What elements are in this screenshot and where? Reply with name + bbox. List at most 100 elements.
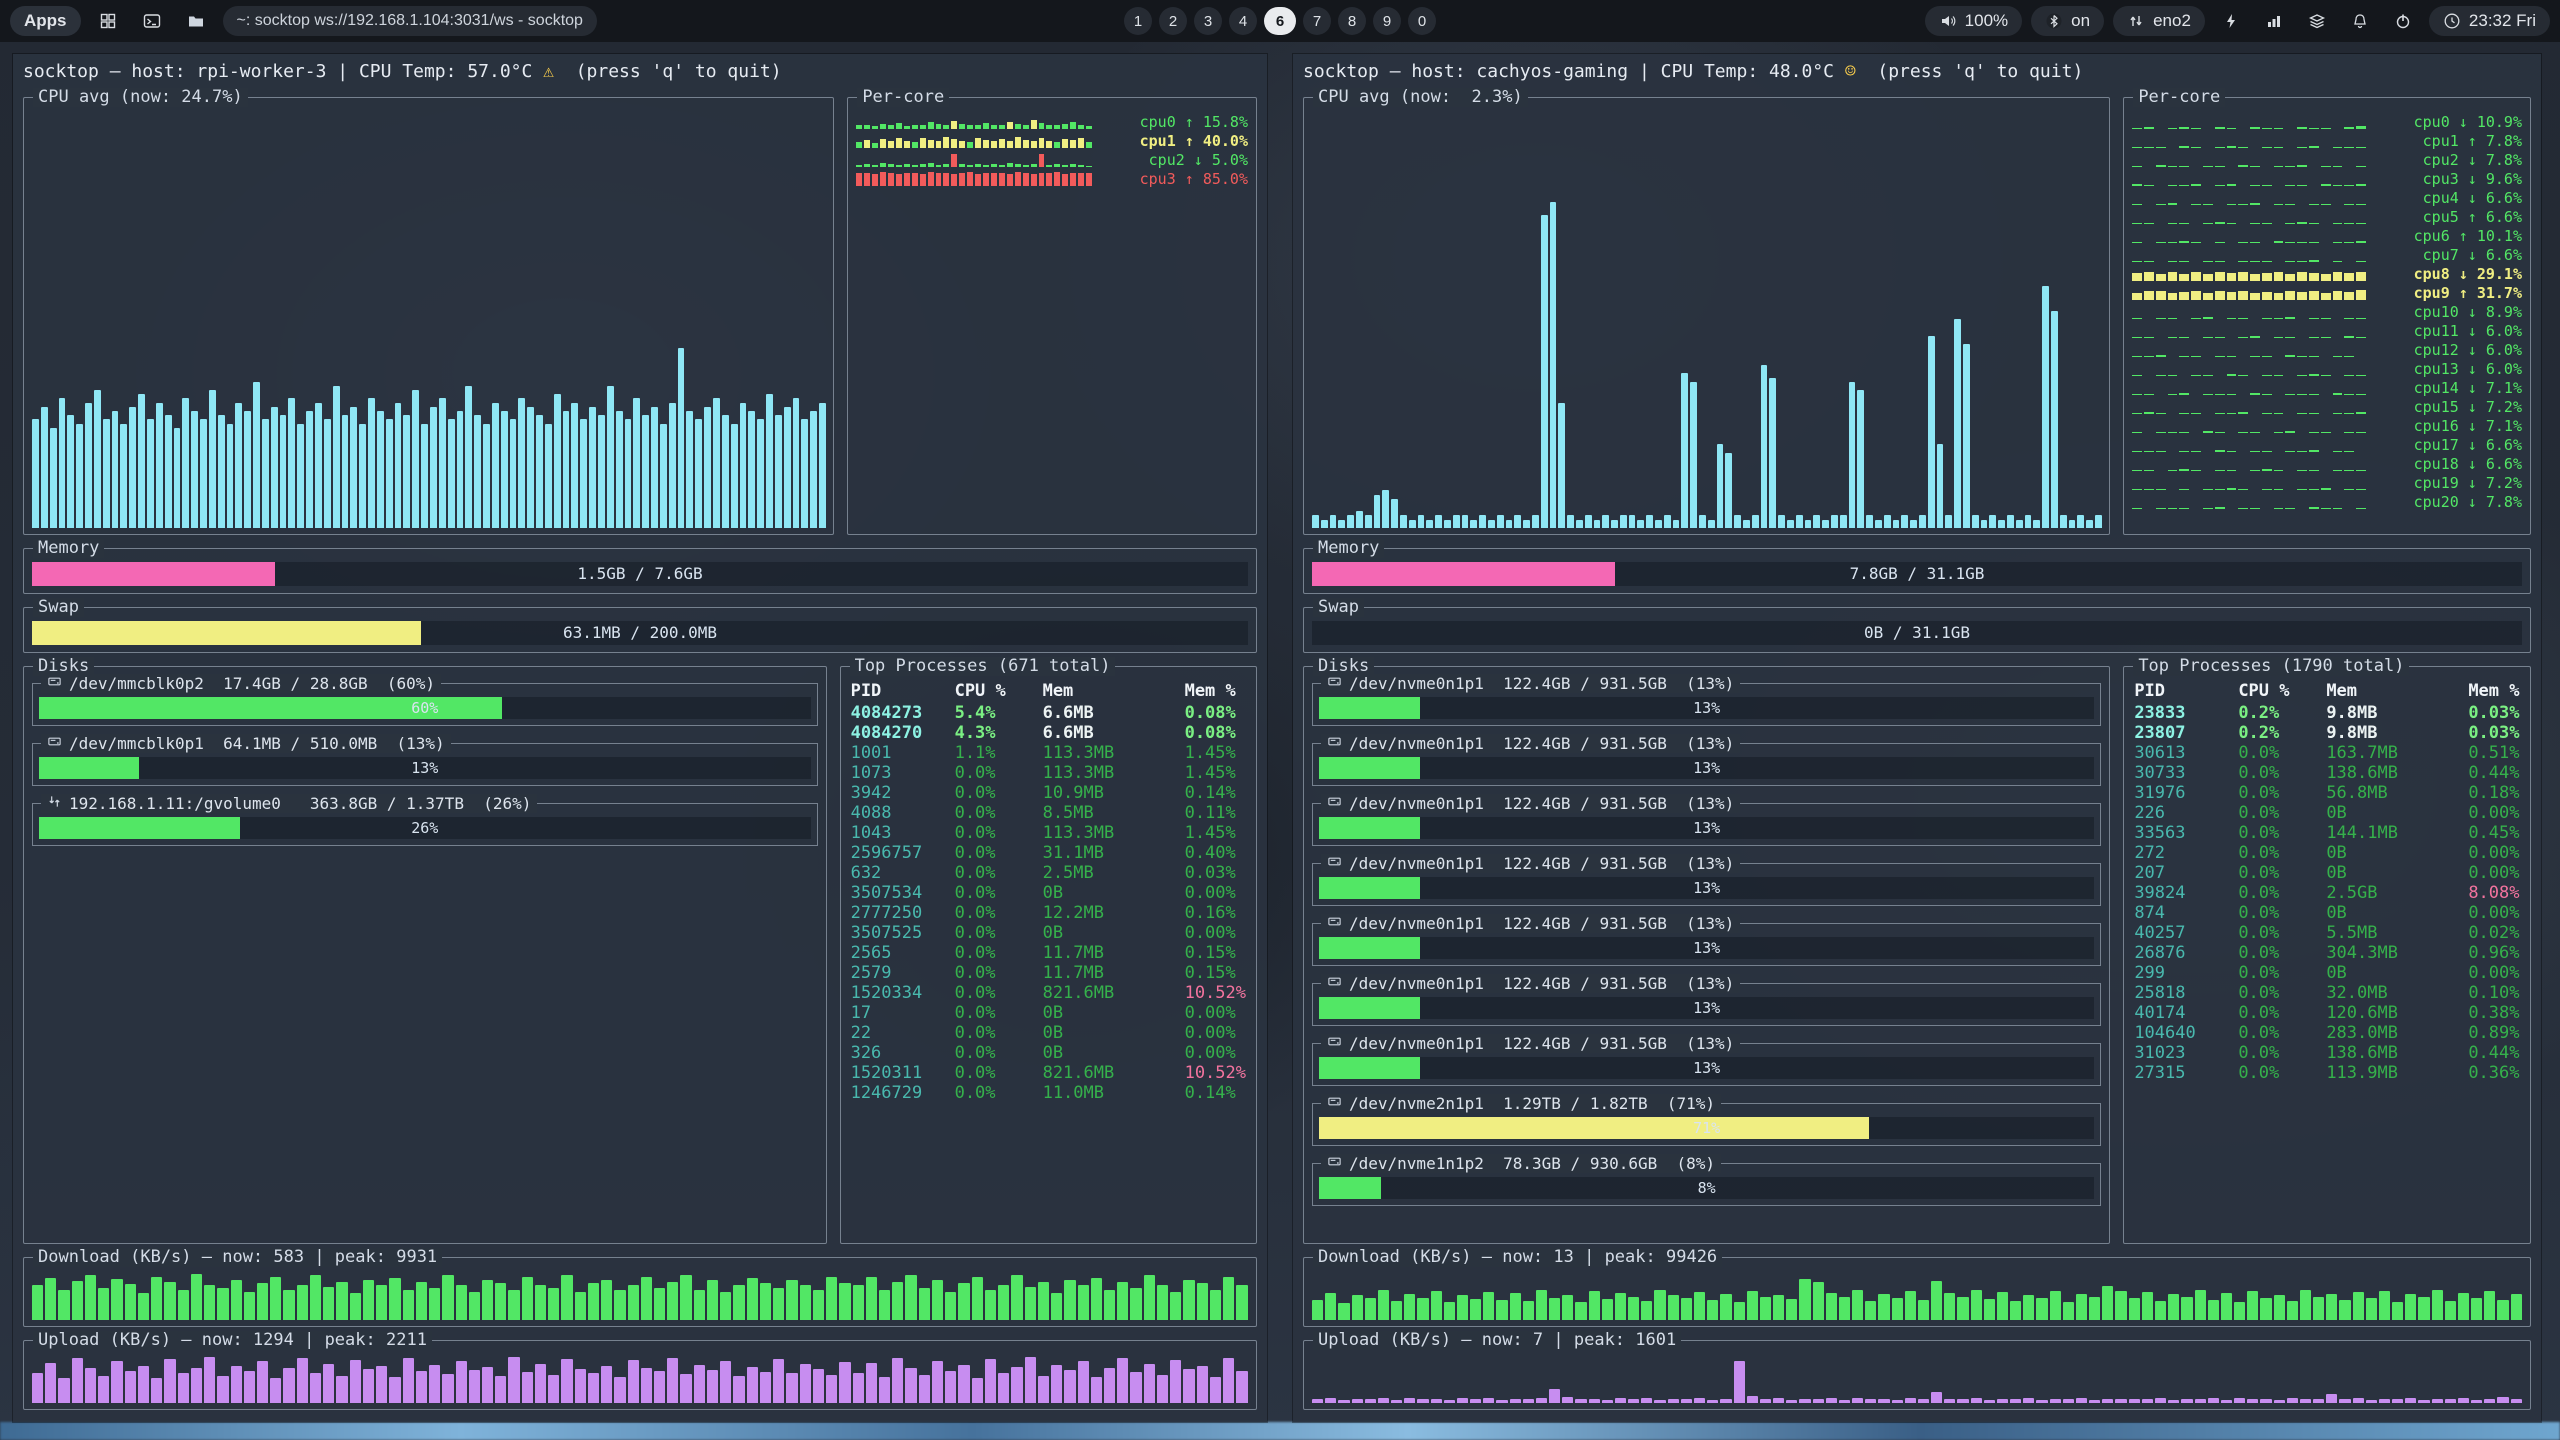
bell-icon[interactable] (2343, 6, 2377, 36)
chart-bar (747, 1367, 758, 1403)
workspace-button-2[interactable]: 2 (1159, 7, 1187, 35)
mem-cell: 821.6MB (1043, 1063, 1185, 1083)
cpu-cell: 0.0% (955, 943, 1043, 963)
chart-bar (2036, 1400, 2047, 1404)
window-icon[interactable] (91, 6, 125, 36)
mem-pct-cell: 0.15% (1185, 943, 1246, 963)
spark-bar (2156, 261, 2166, 262)
apps-button[interactable]: Apps (10, 6, 81, 36)
spark-bar (2144, 508, 2154, 509)
chart-bar (2497, 1397, 2508, 1403)
process-row: 238330.2%9.8MB0.03% (2134, 703, 2520, 723)
disk-gauge: 13% (1319, 697, 2094, 719)
core-sparkline (856, 171, 1092, 186)
chart-bar (138, 394, 145, 528)
terminal-icon[interactable] (135, 6, 169, 36)
chart-bar (1620, 515, 1627, 528)
chart-bar (469, 1370, 480, 1403)
spark-bar (2333, 375, 2343, 376)
bolt-icon[interactable] (2214, 6, 2248, 36)
chart-bar (2063, 1399, 2074, 1403)
chart-bar (217, 1288, 228, 1320)
process-row: 268760.0%304.3MB0.96% (2134, 943, 2520, 963)
chart-bar (786, 1373, 797, 1403)
chart-bar (625, 419, 632, 528)
spark-bar (2144, 242, 2154, 243)
chart-bar (389, 1278, 400, 1321)
chart-bars-icon[interactable] (2257, 6, 2291, 36)
chart-bar (2366, 1400, 2377, 1404)
spark-bar (2203, 394, 2213, 396)
chart-bar (350, 407, 357, 528)
spark-bar (2333, 337, 2343, 338)
chart-bar (280, 415, 287, 528)
spark-bar (2321, 508, 2331, 509)
chart-bar (535, 1364, 546, 1403)
chart-bar (985, 1359, 996, 1403)
cpu-cell: 0.0% (2238, 963, 2326, 983)
spark-bar (2168, 432, 2178, 434)
cpu-cell: 0.0% (955, 1083, 1043, 1103)
chart-bar (1602, 1400, 1613, 1404)
spark-bar (2238, 356, 2248, 357)
chart-bar (1064, 1370, 1075, 1403)
spark-bar (2297, 185, 2307, 186)
core-label: cpu3 ↓ 9.6% (2374, 170, 2522, 188)
folder-icon[interactable] (179, 6, 213, 36)
chart-bar (1496, 1300, 1507, 1320)
chart-bar (174, 428, 181, 528)
workspace-button-6[interactable]: 6 (1264, 7, 1296, 35)
spark-bar (2144, 147, 2154, 149)
chart-bar (2142, 1292, 2153, 1320)
workspace-button-1[interactable]: 1 (1124, 7, 1152, 35)
chart-bar (94, 390, 101, 528)
power-icon[interactable] (2386, 6, 2420, 36)
spark-bar (936, 173, 942, 186)
layers-icon[interactable] (2300, 6, 2334, 36)
network-widget[interactable]: eno2 (2113, 6, 2205, 36)
spark-bar (1078, 138, 1084, 149)
spark-bar (2179, 469, 2189, 471)
mem-cell: 120.6MB (2326, 1003, 2468, 1023)
chart-bar (1483, 1292, 1494, 1320)
spark-bar (2285, 451, 2295, 452)
terminal-window-right[interactable]: socktop — host: cachyos-gaming | CPU Tem… (1293, 54, 2541, 1422)
window-title-pill[interactable]: ~: socktop ws://192.168.1.104:3031/ws - … (223, 6, 597, 36)
core-label: cpu5 ↑ 6.6% (2374, 208, 2522, 226)
spark-bar (2321, 274, 2331, 281)
chart-bar (469, 1292, 480, 1320)
volume-widget[interactable]: 100% (1925, 6, 2022, 36)
spark-bar (991, 141, 997, 148)
spark-bar (2321, 261, 2331, 262)
spark-bar (2227, 292, 2237, 300)
bluetooth-widget[interactable]: on (2031, 6, 2104, 36)
clock-widget[interactable]: 23:32 Fri (2429, 6, 2550, 36)
spark-bar (2144, 451, 2154, 452)
spark-bar (983, 165, 989, 167)
mem-pct-cell: 0.03% (2468, 703, 2520, 723)
spark-bar (2309, 128, 2319, 129)
workspace-button-8[interactable]: 8 (1338, 7, 1366, 35)
spark-bar (872, 174, 878, 186)
chart-bar (760, 1372, 771, 1403)
core-sparkline (2132, 456, 2366, 471)
chart-bar (1409, 520, 1416, 528)
workspace-button-7[interactable]: 7 (1303, 7, 1331, 35)
chart-bar (614, 1377, 625, 1403)
spark-bar (2344, 394, 2354, 395)
chart-bar (740, 403, 747, 528)
spark-bar (2168, 413, 2178, 414)
workspace-button-4[interactable]: 4 (1229, 7, 1257, 35)
core-row-cpu3: cpu3 ↓ 9.6% (2132, 169, 2522, 188)
workspace-button-9[interactable]: 9 (1373, 7, 1401, 35)
terminal-window-left[interactable]: socktop — host: rpi-worker-3 | CPU Temp:… (13, 54, 1267, 1422)
spark-bar (1070, 122, 1076, 129)
chart-bar (1025, 1357, 1036, 1403)
spark-bar (2191, 451, 2201, 452)
chart-bar (2063, 1302, 2074, 1320)
core-sparkline (2132, 475, 2366, 490)
workspace-button-0[interactable]: 0 (1408, 7, 1436, 35)
chart-bar (1865, 1301, 1876, 1320)
disk-icon (1327, 854, 1342, 873)
workspace-button-3[interactable]: 3 (1194, 7, 1222, 35)
